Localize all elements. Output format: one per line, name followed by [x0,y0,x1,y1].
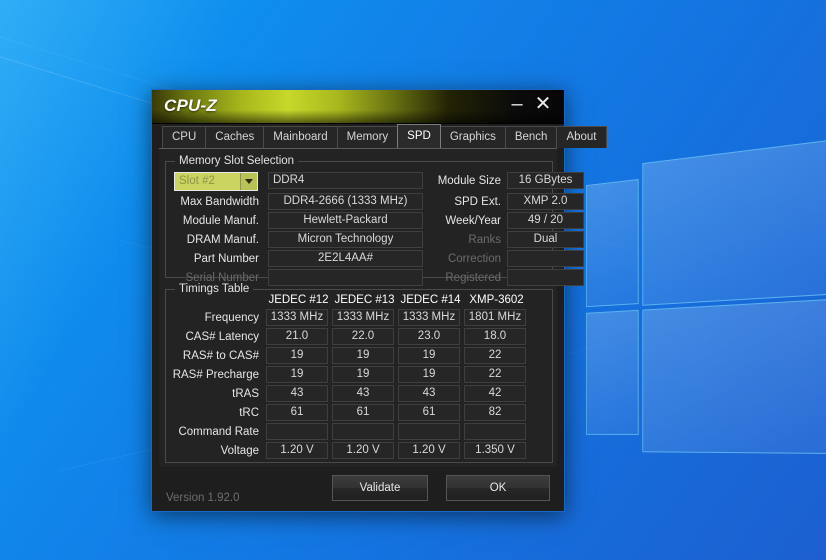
tab-spd[interactable]: SPD [397,124,441,148]
timings-cell: 1333 MHz [398,309,460,326]
timings-row-label: RAS# to CAS# [182,350,259,362]
timings-cell: 1.20 V [332,442,394,459]
registered-field [507,269,584,286]
timings-row-label: tRC [239,407,259,419]
module-size-field: 16 GBytes [507,172,584,189]
minimize-icon[interactable]: – [506,94,528,116]
version-label: Version 1.92.0 [166,492,240,504]
ranks-field: Dual [507,231,584,248]
window-titlebar[interactable]: CPU-Z – ✕ [152,90,564,124]
timings-cell [464,423,526,440]
timings-cell: 43 [266,385,328,402]
cpuz-window: CPU-Z – ✕ CPU Caches Mainboard Memory SP… [151,89,607,512]
timings-row-label: Voltage [220,445,259,457]
timings-column-header: XMP-3602 [469,294,524,306]
timings-cell: 1801 MHz [464,309,526,326]
timings-column-header: JEDEC #12 [268,294,329,306]
tab-bar: CPU Caches Mainboard Memory SPD Graphics… [152,124,607,148]
timings-cell [398,423,460,440]
correction-field [507,250,584,267]
timings-cell: 21.0 [266,328,328,345]
tab-memory[interactable]: Memory [336,126,399,148]
memory-slot-selection-legend: Memory Slot Selection [175,155,299,167]
close-icon[interactable]: ✕ [532,94,554,116]
timings-cell: 61 [332,404,394,421]
chevron-down-icon[interactable] [240,173,257,190]
app-title: CPU-Z [164,96,217,115]
timings-cell: 43 [398,385,460,402]
validate-button[interactable]: Validate [332,475,428,501]
slot-select-dropdown[interactable]: Slot #2 [174,172,258,191]
timings-cell [332,423,394,440]
tab-caches[interactable]: Caches [205,126,265,148]
timings-cell: 18.0 [464,328,526,345]
timings-row-label: tRAS [232,388,259,400]
timings-cell: 19 [266,366,328,383]
spd-ext-label: SPD Ext. [454,196,501,208]
tab-about[interactable]: About [556,126,607,148]
serial-number-field [268,269,423,286]
dram-manuf-label: DRAM Manuf. [186,234,259,246]
module-type-field: DDR4 [268,172,423,189]
dram-manuf-field: Micron Technology [268,231,423,248]
module-manuf-label: Module Manuf. [182,215,259,227]
timings-cell [266,423,328,440]
timings-cell: 1333 MHz [332,309,394,326]
timings-column-header: JEDEC #13 [334,294,395,306]
timings-cell: 23.0 [398,328,460,345]
week-year-field: 49 / 20 [507,212,584,229]
registered-label: Registered [445,272,501,284]
timings-row-label: Frequency [204,312,259,324]
timings-column-header: JEDEC #14 [400,294,461,306]
part-number-label: Part Number [193,253,259,265]
module-size-label: Module Size [437,175,501,187]
module-manuf-field: Hewlett-Packard [268,212,423,229]
memory-slot-selection-group: Memory Slot Selection Slot #2 DDR4 Max B… [165,155,584,286]
timings-cell: 42 [464,385,526,402]
ok-button[interactable]: OK [446,475,550,501]
timings-cell: 1.350 V [464,442,526,459]
timings-cell: 19 [398,347,460,364]
timings-cell: 1.20 V [398,442,460,459]
timings-cell: 22 [464,366,526,383]
tab-bench[interactable]: Bench [504,126,558,148]
timings-cell: 61 [266,404,328,421]
timings-cell: 19 [332,347,394,364]
timings-table-group: Timings Table JEDEC #12 JEDEC #13 JEDEC … [165,283,553,463]
timings-cell: 43 [332,385,394,402]
timings-row-label: RAS# Precharge [172,369,259,381]
window-footer: Version 1.92.0 Validate OK [152,467,564,511]
ranks-label: Ranks [468,234,501,246]
timings-table-legend: Timings Table [175,283,254,295]
timings-cell: 1333 MHz [266,309,328,326]
correction-label: Correction [447,253,501,265]
spd-tab-panel: Memory Slot Selection Slot #2 DDR4 Max B… [159,148,584,467]
max-bandwidth-label: Max Bandwidth [180,196,259,208]
slot-select-value: Slot #2 [179,175,215,187]
tab-cpu[interactable]: CPU [162,126,207,148]
timings-cell: 82 [464,404,526,421]
part-number-field: 2E2L4AA# [268,250,423,267]
tab-graphics[interactable]: Graphics [439,126,506,148]
timings-cell: 19 [398,366,460,383]
spd-ext-field: XMP 2.0 [507,193,584,210]
timings-cell: 19 [332,366,394,383]
timings-row-label: CAS# Latency [185,331,259,343]
max-bandwidth-field: DDR4-2666 (1333 MHz) [268,193,423,210]
timings-cell: 61 [398,404,460,421]
timings-cell: 1.20 V [266,442,328,459]
timings-row-label: Command Rate [178,426,259,438]
week-year-label: Week/Year [445,215,501,227]
timings-cell: 22 [464,347,526,364]
timings-cell: 22.0 [332,328,394,345]
timings-cell: 19 [266,347,328,364]
tab-mainboard[interactable]: Mainboard [263,126,338,148]
windows-logo-icon [586,128,826,460]
